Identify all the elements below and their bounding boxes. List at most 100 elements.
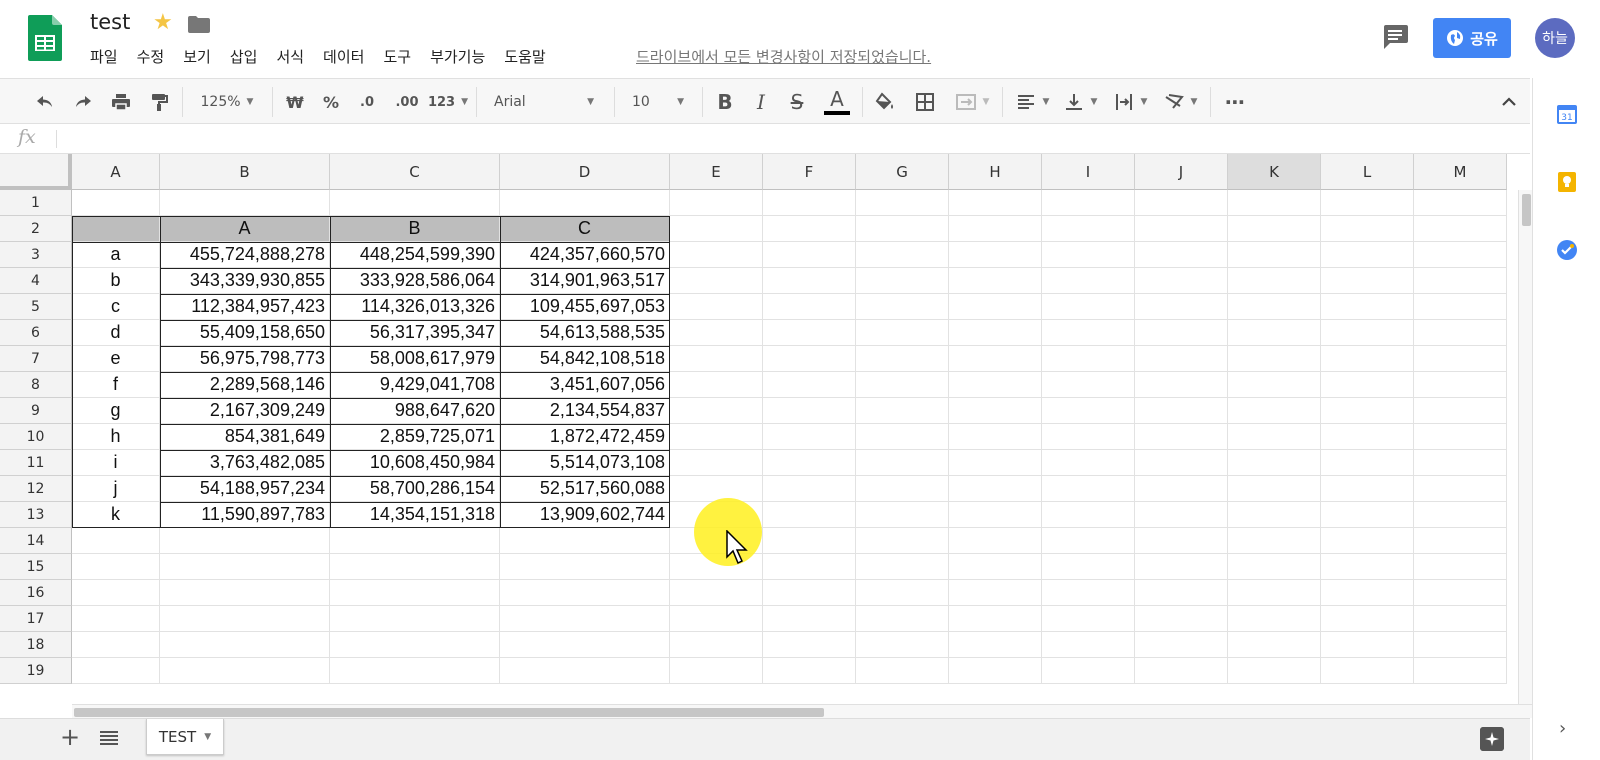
cell-k14[interactable] (1228, 528, 1321, 554)
cell-f1[interactable] (763, 190, 856, 216)
horizontal-scrollbar[interactable] (72, 704, 1532, 718)
horizontal-align-button[interactable]: ▼ (1012, 79, 1052, 125)
cell-a1[interactable] (72, 190, 160, 216)
cell-g18[interactable] (856, 632, 949, 658)
column-header-f[interactable]: F (763, 154, 856, 190)
cell-a4[interactable]: b (72, 268, 160, 294)
cell-j16[interactable] (1135, 580, 1228, 606)
cell-l5[interactable] (1321, 294, 1414, 320)
cell-b9[interactable]: 2,167,309,249 (160, 398, 330, 424)
zoom-select[interactable]: 125% ▼ (192, 79, 262, 125)
cell-j5[interactable] (1135, 294, 1228, 320)
cell-k6[interactable] (1228, 320, 1321, 346)
cell-j7[interactable] (1135, 346, 1228, 372)
explore-icon[interactable] (1480, 727, 1504, 751)
cell-l10[interactable] (1321, 424, 1414, 450)
cell-l6[interactable] (1321, 320, 1414, 346)
cell-h8[interactable] (949, 372, 1042, 398)
cell-g2[interactable] (856, 216, 949, 242)
cell-a7[interactable]: e (72, 346, 160, 372)
keep-icon[interactable] (1555, 170, 1579, 194)
cell-h12[interactable] (949, 476, 1042, 502)
row-header-1[interactable]: 1 (0, 190, 72, 216)
cell-g15[interactable] (856, 554, 949, 580)
cell-g13[interactable] (856, 502, 949, 528)
cell-j8[interactable] (1135, 372, 1228, 398)
cell-e7[interactable] (670, 346, 763, 372)
cell-a19[interactable] (72, 658, 160, 684)
cell-b8[interactable]: 2,289,568,146 (160, 372, 330, 398)
cell-d6[interactable]: 54,613,588,535 (500, 320, 670, 346)
cell-f5[interactable] (763, 294, 856, 320)
cell-d9[interactable]: 2,134,554,837 (500, 398, 670, 424)
cell-g7[interactable] (856, 346, 949, 372)
cell-g9[interactable] (856, 398, 949, 424)
column-header-g[interactable]: G (856, 154, 949, 190)
cell-d7[interactable]: 54,842,108,518 (500, 346, 670, 372)
cell-a9[interactable]: g (72, 398, 160, 424)
cell-i18[interactable] (1042, 632, 1135, 658)
cell-a3[interactable]: a (72, 242, 160, 268)
cell-k8[interactable] (1228, 372, 1321, 398)
cell-k13[interactable] (1228, 502, 1321, 528)
cell-j14[interactable] (1135, 528, 1228, 554)
cell-c3[interactable]: 448,254,599,390 (330, 242, 500, 268)
cell-b11[interactable]: 3,763,482,085 (160, 450, 330, 476)
cell-e19[interactable] (670, 658, 763, 684)
cell-e4[interactable] (670, 268, 763, 294)
cell-b6[interactable]: 55,409,158,650 (160, 320, 330, 346)
cell-e17[interactable] (670, 606, 763, 632)
comment-icon[interactable] (1382, 25, 1408, 49)
cell-f12[interactable] (763, 476, 856, 502)
cell-h18[interactable] (949, 632, 1042, 658)
cell-e18[interactable] (670, 632, 763, 658)
cell-h7[interactable] (949, 346, 1042, 372)
cell-g12[interactable] (856, 476, 949, 502)
cell-m12[interactable] (1414, 476, 1507, 502)
cell-k17[interactable] (1228, 606, 1321, 632)
font-size-select[interactable]: 10 ▼ (624, 79, 692, 125)
cell-b7[interactable]: 56,975,798,773 (160, 346, 330, 372)
cell-k11[interactable] (1228, 450, 1321, 476)
tasks-icon[interactable] (1555, 238, 1579, 262)
sheet-tab[interactable]: TEST ▼ (146, 719, 224, 755)
cell-j12[interactable] (1135, 476, 1228, 502)
text-wrap-button[interactable]: ▼ (1110, 79, 1150, 125)
borders-button[interactable] (912, 79, 938, 125)
row-header-10[interactable]: 10 (0, 424, 72, 450)
select-all-corner[interactable] (0, 154, 72, 190)
cell-e2[interactable] (670, 216, 763, 242)
cell-a2[interactable] (72, 216, 160, 242)
cell-k3[interactable] (1228, 242, 1321, 268)
cell-j9[interactable] (1135, 398, 1228, 424)
cell-k5[interactable] (1228, 294, 1321, 320)
cell-d5[interactable]: 109,455,697,053 (500, 294, 670, 320)
text-color-button[interactable]: A (822, 79, 852, 125)
cell-l3[interactable] (1321, 242, 1414, 268)
cell-j3[interactable] (1135, 242, 1228, 268)
cell-a16[interactable] (72, 580, 160, 606)
cell-k9[interactable] (1228, 398, 1321, 424)
cell-a11[interactable]: i (72, 450, 160, 476)
row-header-19[interactable]: 19 (0, 658, 72, 684)
cell-f16[interactable] (763, 580, 856, 606)
cell-e16[interactable] (670, 580, 763, 606)
column-header-j[interactable]: J (1135, 154, 1228, 190)
cell-l18[interactable] (1321, 632, 1414, 658)
cell-a17[interactable] (72, 606, 160, 632)
cell-m16[interactable] (1414, 580, 1507, 606)
menu-data[interactable]: 데이터 (323, 46, 364, 67)
sheets-logo-icon[interactable] (28, 15, 62, 61)
row-header-18[interactable]: 18 (0, 632, 72, 658)
cell-h5[interactable] (949, 294, 1042, 320)
cell-h17[interactable] (949, 606, 1042, 632)
cell-c16[interactable] (330, 580, 500, 606)
row-header-15[interactable]: 15 (0, 554, 72, 580)
cell-c10[interactable]: 2,859,725,071 (330, 424, 500, 450)
cell-g1[interactable] (856, 190, 949, 216)
cell-f11[interactable] (763, 450, 856, 476)
collapse-toolbar-button[interactable] (1496, 79, 1522, 125)
row-header-2[interactable]: 2 (0, 216, 72, 242)
cell-d19[interactable] (500, 658, 670, 684)
menu-edit[interactable]: 수정 (137, 46, 165, 67)
